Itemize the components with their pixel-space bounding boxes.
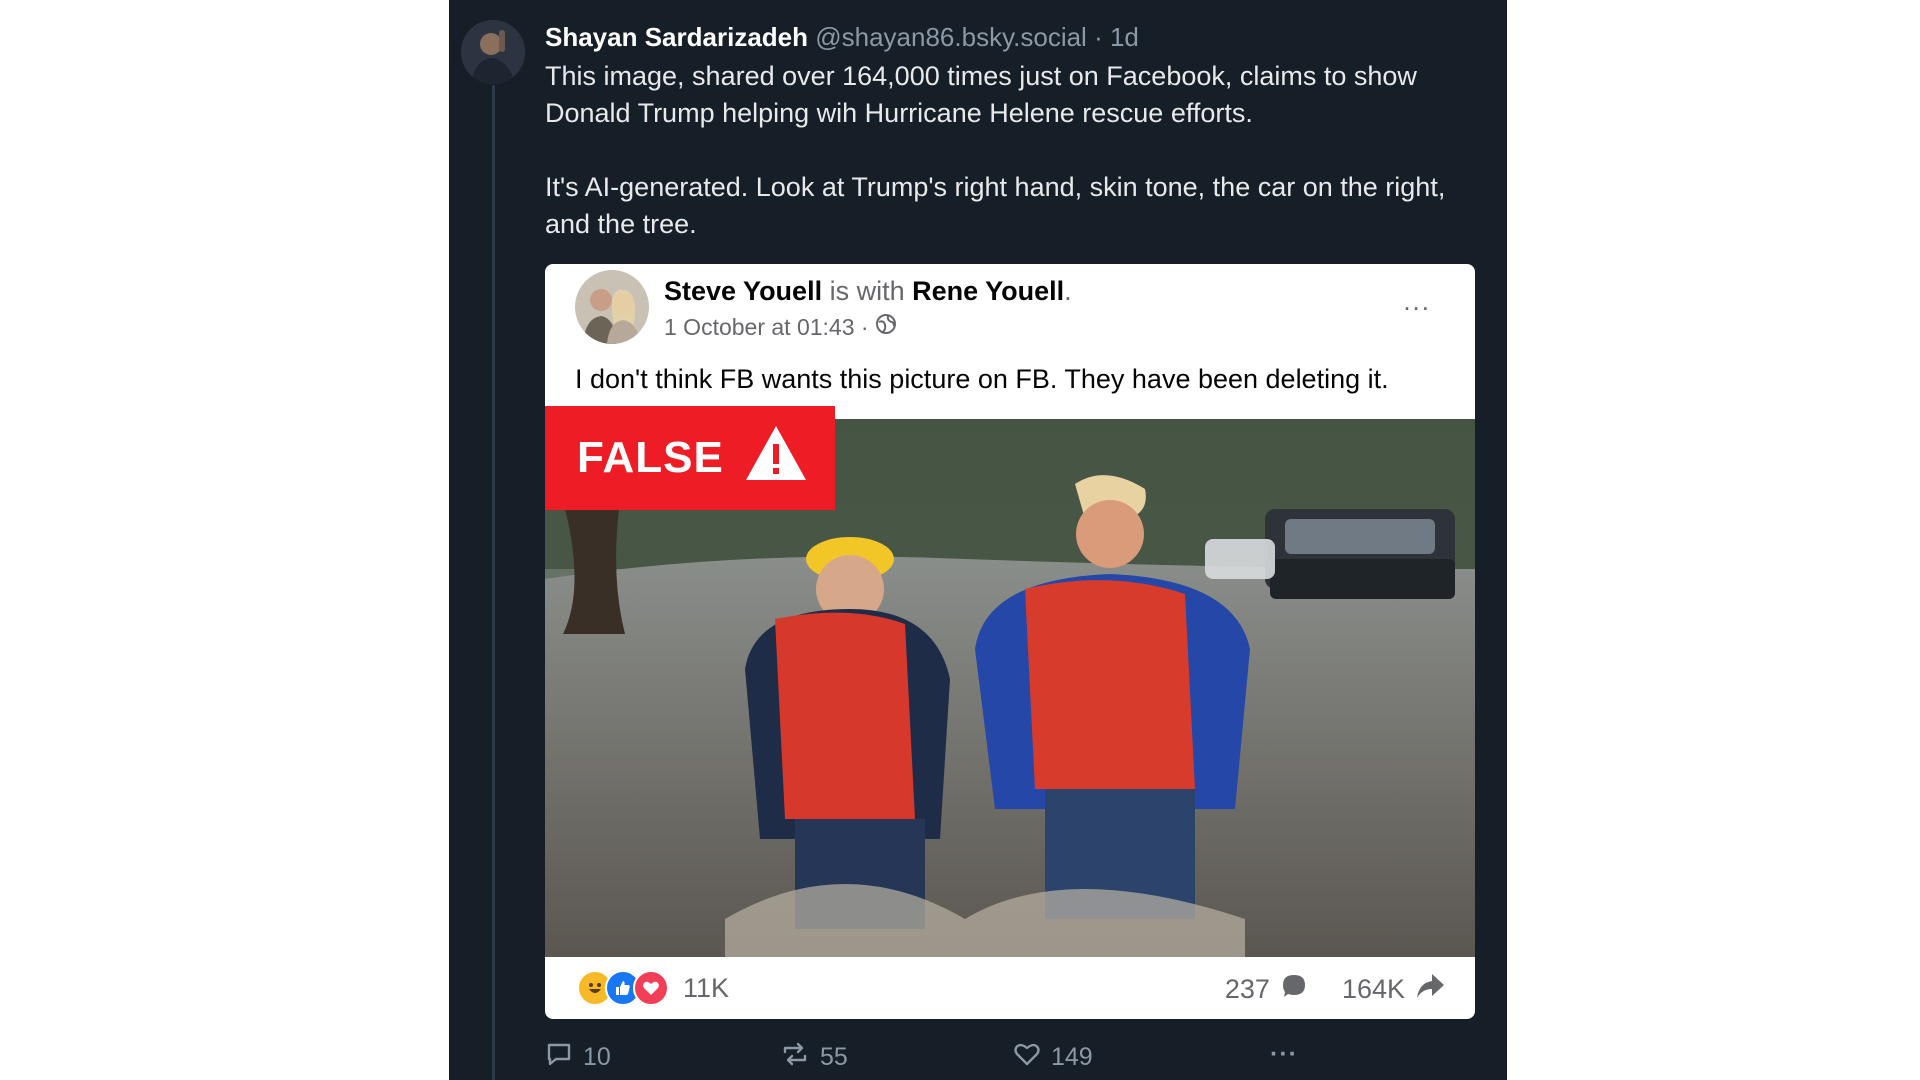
post-paragraph: It's AI-generated. Look at Trump's right…: [545, 172, 1446, 239]
heart-icon: [1013, 1040, 1041, 1075]
ellipsis-icon: ···: [1270, 1040, 1298, 1068]
fb-stats: 237 164K: [1225, 972, 1445, 1007]
false-rating-badge: FALSE: [545, 406, 835, 510]
more-options-icon: ...: [1403, 286, 1431, 316]
reply-button[interactable]: 10: [545, 1040, 611, 1075]
post-paragraph: This image, shared over 164,000 times ju…: [545, 61, 1417, 128]
fb-post-meta: 1 October at 01:43 ·: [664, 312, 897, 342]
more-options-button[interactable]: ···: [1270, 1040, 1298, 1069]
fb-post-text: I don't think FB wants this picture on F…: [575, 364, 1389, 394]
post-time[interactable]: · 1d: [1094, 22, 1139, 52]
author-avatar[interactable]: [461, 20, 525, 84]
like-count: 149: [1051, 1043, 1093, 1071]
like-button[interactable]: 149: [1013, 1040, 1093, 1075]
author-name[interactable]: Shayan Sardarizadeh: [545, 22, 808, 52]
fb-profile-picture: [575, 270, 649, 344]
false-label: FALSE: [577, 433, 724, 482]
post-column: Shayan Sardarizadeh @shayan86.bsky.socia…: [449, 0, 1507, 1080]
love-icon: [633, 970, 669, 1006]
reactions-summary: 11K: [577, 970, 729, 1006]
fb-post-header: Steve Youell is with Rene Youell.: [664, 274, 1072, 308]
share-count: 164K: [1341, 974, 1405, 1004]
reply-count: 10: [583, 1043, 611, 1071]
author-handle[interactable]: @shayan86.bsky.social: [815, 22, 1087, 52]
repost-count: 55: [820, 1043, 848, 1071]
post-header: Shayan Sardarizadeh @shayan86.bsky.socia…: [545, 20, 1139, 54]
reply-icon: [545, 1040, 573, 1075]
post-text: This image, shared over 164,000 times ju…: [545, 58, 1485, 280]
fb-author-name: Steve Youell: [664, 276, 823, 306]
fb-period: .: [1064, 276, 1072, 306]
share-arrow-icon: [1415, 972, 1445, 1007]
repost-icon: [780, 1040, 810, 1075]
repost-button[interactable]: 55: [780, 1040, 848, 1075]
comment-bubble-icon: [1280, 972, 1308, 1007]
warning-icon: [744, 424, 808, 493]
fb-with-text: is with: [829, 276, 905, 306]
globe-icon: [875, 312, 897, 342]
reaction-count: 11K: [683, 972, 730, 1003]
post-actions: 10 55 149 ···: [545, 1040, 1335, 1074]
embedded-facebook-screenshot[interactable]: Steve Youell is with Rene Youell. 1 Octo…: [545, 264, 1475, 1019]
fb-tagged-name: Rene Youell: [912, 276, 1065, 306]
fb-engagement-bar: 11K 237 164K: [545, 957, 1475, 1019]
fb-date: 1 October at 01:43 ·: [664, 314, 869, 340]
comment-count: 237: [1224, 974, 1270, 1004]
thread-line: [492, 85, 495, 1080]
